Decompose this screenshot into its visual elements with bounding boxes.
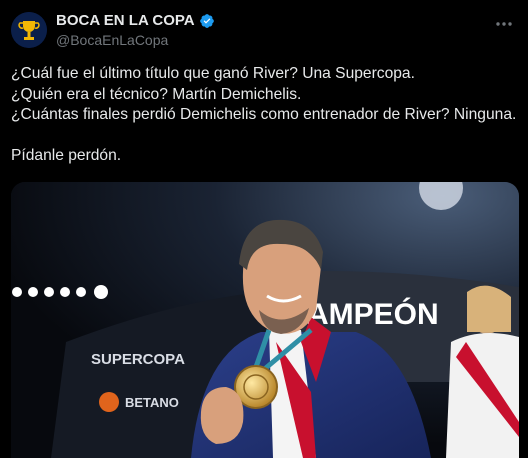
author-name-row[interactable]: BOCA EN LA COPA <box>56 12 215 29</box>
tweet-line: ¿Cuántas finales perdió Demichelis como … <box>11 106 517 123</box>
tweet-line: ¿Cuál fue el último título que ganó Rive… <box>11 65 415 82</box>
tweet-photo[interactable]: SUPERCOPA BETANO AMPEÓN <box>11 182 519 458</box>
more-options-icon[interactable] <box>494 14 514 34</box>
verified-badge-icon <box>199 13 214 28</box>
author-handle[interactable]: @BocaEnLaCopa <box>56 32 168 48</box>
avatar[interactable] <box>11 12 47 48</box>
trophy-icon <box>11 12 47 48</box>
banner-sponsor: BETANO <box>125 395 179 410</box>
banner-supercopa: SUPERCOPA <box>91 351 185 368</box>
tweet-text: ¿Cuál fue el último título que ganó Rive… <box>11 64 521 166</box>
tweet-card: BOCA EN LA COPA @BocaEnLaCopa ¿Cuál fue … <box>0 0 528 458</box>
tweet-line: Pídanle perdón. <box>11 146 122 164</box>
tweet-line: ¿Quién era el técnico? Martín Demichelis… <box>11 85 302 103</box>
author-display-name[interactable]: BOCA EN LA COPA <box>56 12 195 29</box>
banner-campeon: AMPEÓN <box>307 297 439 331</box>
